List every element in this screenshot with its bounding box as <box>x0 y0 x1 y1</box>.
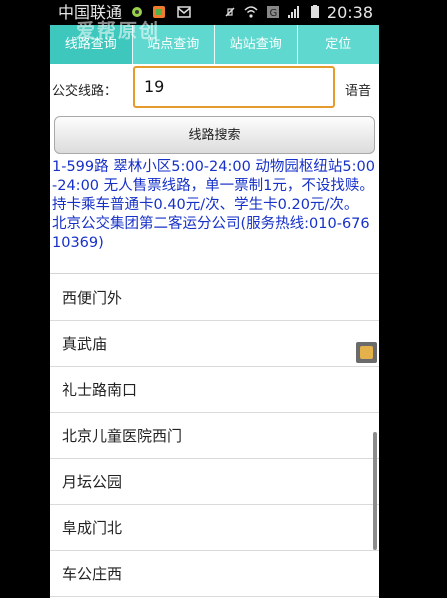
stop-item[interactable]: 礼士路南口 <box>50 367 379 413</box>
divider <box>50 273 379 274</box>
mail-icon <box>177 6 191 18</box>
wifi-icon <box>244 6 258 18</box>
watermark-logo: 爱帮原创 <box>76 20 161 42</box>
silent-icon <box>225 7 235 17</box>
route-search-button[interactable]: 线路搜索 <box>54 116 375 154</box>
app-screen: 中国联通 G 20:38 爱帮原创 线路查询 站点查询 站站查询 定位 公交线路… <box>50 0 379 598</box>
stop-item[interactable]: 西便门外 <box>50 275 379 321</box>
stop-item[interactable]: 车公庄西 <box>50 551 379 597</box>
signal-icon <box>288 6 299 18</box>
stop-item[interactable]: 月坛公园 <box>50 459 379 505</box>
route-info-text: 1-599路 翠林小区5:00-24:00 动物园枢纽站5:00-24:00 无… <box>52 159 375 251</box>
map-shortcut-icon[interactable] <box>356 342 377 363</box>
tab-stop-to-stop-query[interactable]: 站站查询 <box>215 25 298 64</box>
battery-icon <box>311 5 319 18</box>
route-input-label: 公交线路： <box>52 84 118 99</box>
scrollbar[interactable] <box>373 432 377 550</box>
stop-list: 西便门外 真武庙 礼士路南口 北京儿童医院西门 月坛公园 阜成门北 车公庄西 <box>50 275 379 597</box>
route-input-row: 公交线路： 19 语音 <box>50 64 379 114</box>
tab-locate[interactable]: 定位 <box>298 25 380 64</box>
voice-button[interactable]: 语音 <box>345 80 371 99</box>
stop-item[interactable]: 阜成门北 <box>50 505 379 551</box>
stop-item[interactable]: 北京儿童医院西门 <box>50 413 379 459</box>
stop-item[interactable]: 真武庙 <box>50 321 379 367</box>
clock: 20:38 <box>326 3 373 22</box>
route-number-input[interactable]: 19 <box>133 66 335 108</box>
network-g-icon: G <box>267 6 279 19</box>
svg-text:G: G <box>270 8 278 19</box>
